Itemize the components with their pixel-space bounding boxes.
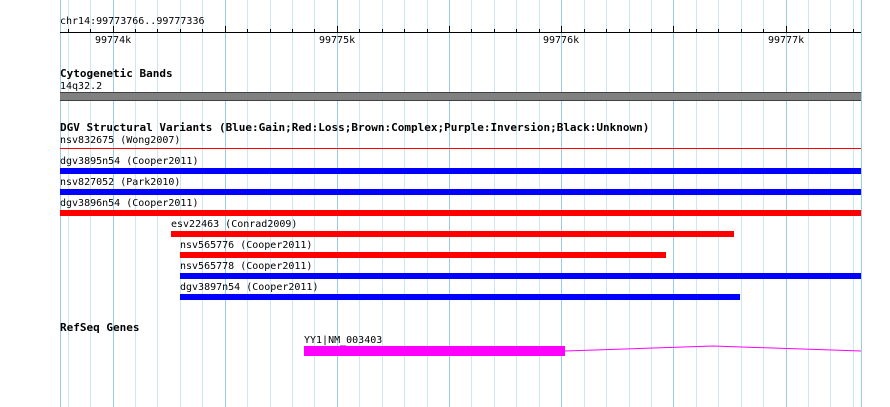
ruler-tick <box>427 29 428 33</box>
ruler-tick <box>808 29 809 33</box>
ruler-tick <box>606 29 607 33</box>
ruler-tick <box>180 29 181 33</box>
cytoband-label[interactable]: 14q32.2 <box>60 81 102 92</box>
dgv-feature-label[interactable]: nsv565778 (Cooper2011) <box>180 261 312 272</box>
dgv-feature-bar[interactable] <box>60 189 861 195</box>
dgv-feature-label[interactable]: nsv565776 (Cooper2011) <box>180 240 312 251</box>
ruler-label: 99777k <box>768 35 805 46</box>
ruler-location: chr14:99773766..99777336 <box>60 16 205 27</box>
grid-line <box>651 0 652 407</box>
dgv-feature-bar[interactable] <box>60 210 861 216</box>
ruler-tick <box>651 29 652 33</box>
dgv-feature-bar[interactable] <box>60 148 861 149</box>
grid-line <box>830 0 831 407</box>
ruler-tick <box>449 26 450 33</box>
dgv-feature-bar[interactable] <box>60 168 861 174</box>
ruler-tick <box>629 29 630 33</box>
dgv-feature-bar[interactable] <box>180 273 861 279</box>
grid-line <box>808 0 809 407</box>
grid-line <box>763 0 764 407</box>
ruler-tick <box>225 26 226 33</box>
ruler-tick <box>471 29 472 33</box>
dgv-feature-label[interactable]: esv22463 (Conrad2009) <box>171 219 297 230</box>
ruler-tick <box>786 26 787 33</box>
grid-line <box>270 0 271 407</box>
grid-line <box>853 0 854 407</box>
refseq-track-title: RefSeq Genes <box>60 321 140 334</box>
ruler-label: 99774k <box>95 35 132 46</box>
grid-line <box>202 0 203 407</box>
ruler-tick <box>202 29 203 33</box>
ruler-tick <box>763 29 764 33</box>
ruler-tick <box>741 29 742 33</box>
grid-line <box>741 0 742 407</box>
gene-label[interactable]: YY1|NM_003403 <box>304 335 382 346</box>
ruler-tick <box>516 29 517 33</box>
dgv-feature-label[interactable]: nsv832675 (Wong2007) <box>60 135 180 146</box>
gene-intron-line <box>564 345 862 352</box>
ruler-tick <box>270 29 271 33</box>
ruler-tick <box>539 29 540 33</box>
ruler-tick <box>718 29 719 33</box>
ruler-tick <box>157 29 158 33</box>
ruler-tick <box>113 26 114 33</box>
grid-line <box>292 0 293 407</box>
ruler-tick <box>561 26 562 33</box>
grid-line <box>718 0 719 407</box>
ruler-label: 99776k <box>543 35 580 46</box>
ruler-tick <box>830 29 831 33</box>
ruler-tick <box>494 29 495 33</box>
dgv-feature-bar[interactable] <box>171 231 734 237</box>
grid-line <box>247 0 248 407</box>
ruler-tick <box>853 29 854 33</box>
ruler-tick <box>404 29 405 33</box>
grid-line <box>584 0 585 407</box>
ruler-tick <box>247 29 248 33</box>
dgv-feature-label[interactable]: dgv3896n54 (Cooper2011) <box>60 198 198 209</box>
grid-line <box>606 0 607 407</box>
dgv-feature-label[interactable]: dgv3895n54 (Cooper2011) <box>60 156 198 167</box>
dgv-feature-label[interactable]: dgv3897n54 (Cooper2011) <box>180 282 318 293</box>
dgv-track-title: DGV Structural Variants (Blue:Gain;Red:L… <box>60 121 650 134</box>
ruler-tick <box>314 29 315 33</box>
dgv-feature-label[interactable]: nsv827052 (Park2010) <box>60 177 180 188</box>
ruler-tick <box>382 29 383 33</box>
cytoband-track-title: Cytogenetic Bands <box>60 67 173 80</box>
dgv-feature-bar[interactable] <box>180 252 666 258</box>
grid-line <box>225 0 226 407</box>
ruler-tick <box>696 29 697 33</box>
grid-edge-line <box>861 0 862 407</box>
ruler-label: 99775k <box>319 35 356 46</box>
ruler-tick <box>337 26 338 33</box>
genome-browser-view: chr14:99773766..99777336 99774k 99775k 997… <box>0 0 890 407</box>
grid-line <box>629 0 630 407</box>
ruler-tick <box>90 29 91 33</box>
ruler-tick <box>359 29 360 33</box>
dgv-feature-bar[interactable] <box>180 294 740 300</box>
ruler-tick <box>292 29 293 33</box>
ruler-tick <box>135 29 136 33</box>
grid-line <box>786 0 787 407</box>
grid-line <box>696 0 697 407</box>
grid-line <box>673 0 674 407</box>
gene-exon[interactable] <box>304 346 565 356</box>
ruler-tick <box>584 29 585 33</box>
ruler-tick <box>673 26 674 33</box>
cytoband-bar[interactable] <box>60 92 861 101</box>
ruler-tick <box>68 29 69 33</box>
